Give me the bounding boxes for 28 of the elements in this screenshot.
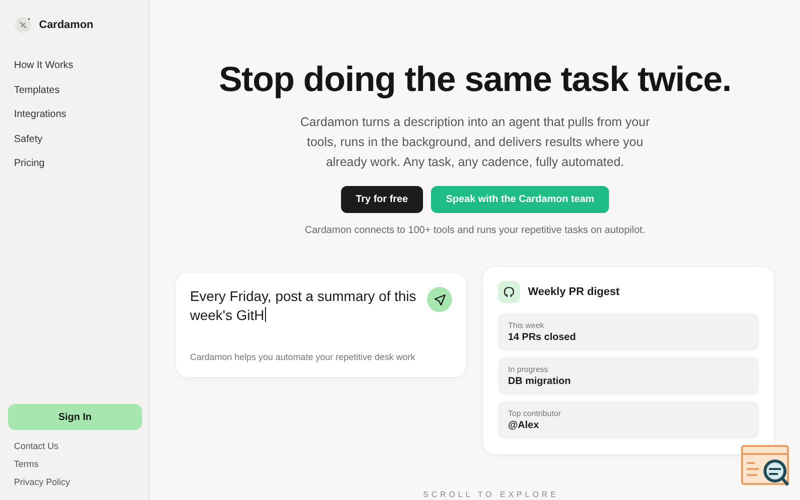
try-free-button[interactable]: Try for free [340,186,423,213]
stat-value: DB migration [508,376,571,387]
stat-value: @Alex [508,420,539,431]
footer-link[interactable]: Privacy Policy [8,474,76,490]
stat-label: In progress [508,365,548,374]
stat-label: This week [508,321,544,330]
card-title: Weekly PR digest [528,286,620,298]
nav-link[interactable]: Integrations [8,103,72,128]
card-caption: Cardamon helps you automate your repetitive desk work [190,352,416,362]
stat-value: 14 PRs closed [508,332,576,343]
scroll-hint: SCROLL TO EXPLORE [423,490,559,499]
send-button[interactable] [427,287,452,312]
send-icon [434,294,446,306]
footer-link[interactable]: Terms [8,456,44,472]
stat-label: Top contributor [508,409,561,418]
integration-note: Cardamon connects to 100+ tools and runs your repetitive tasks on autopilot. [304,225,646,236]
footer-link[interactable]: Contact Us [8,438,65,454]
inspect-icon[interactable] [741,445,791,489]
nav-link[interactable]: How It Works [8,54,80,78]
brand-name: Cardamon [39,19,94,31]
nav-link[interactable]: Safety [8,128,48,152]
hero-subtitle: Cardamon turns a description into an agent that pulls from your tools, runs in the background, and delivers results where you already work. Any task, any cadence, fully automated. [299,114,651,171]
task-input[interactable]: Every Friday, post a summary of this week's GitH [190,287,430,325]
sign-in-button[interactable]: Sign In [8,404,142,430]
logo-icon [14,16,32,34]
nav-link[interactable]: Templates [8,78,66,103]
hero-title: Stop doing the same task twice. [218,59,732,101]
nav-link[interactable]: Pricing [8,152,51,176]
